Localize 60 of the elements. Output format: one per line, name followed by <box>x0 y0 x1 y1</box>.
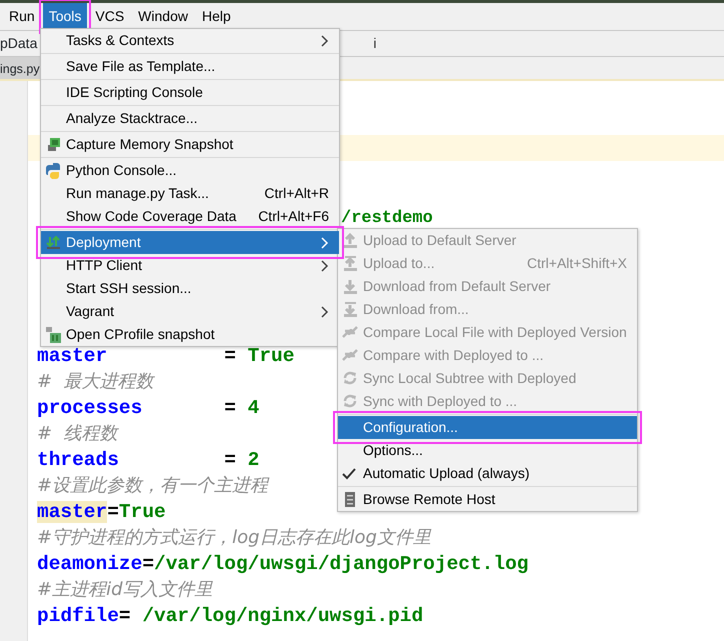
breadcrumb[interactable]: pData <box>0 33 38 54</box>
shortcut: Ctrl+Alt+Shift+X <box>526 254 627 273</box>
memory-chip-icon <box>45 136 63 154</box>
menu-item[interactable]: Tasks & Contexts <box>41 29 339 52</box>
download-icon <box>342 278 360 296</box>
menu-item[interactable]: Python Console... <box>41 159 339 182</box>
code-keyword: processes <box>37 397 142 419</box>
code-value: /restdemo <box>341 209 433 228</box>
code-value: 4 <box>248 397 260 419</box>
menu-bar-item[interactable]: Help <box>196 3 237 30</box>
code-operator: = <box>223 449 237 471</box>
breadcrumb[interactable]: i <box>373 33 376 54</box>
menu-item[interactable]: Automatic Upload (always) <box>338 462 637 485</box>
code-comment: #守护进程的方式运行，log日志存在此log文件里 <box>36 526 431 550</box>
code-keyword: master <box>37 345 108 367</box>
download-icon <box>342 301 360 319</box>
menu-bar-item[interactable]: VCS <box>89 3 130 30</box>
menu-item[interactable]: Capture Memory Snapshot <box>41 133 339 156</box>
upload-icon <box>342 232 360 250</box>
menu-item[interactable]: Vagrant <box>41 300 339 323</box>
menu-item[interactable]: Configuration... <box>338 416 637 439</box>
shortcut: Ctrl+Alt+R <box>263 184 329 203</box>
code-keyword: deamonize <box>37 553 142 575</box>
code-operator: = <box>223 397 237 419</box>
menu-item[interactable]: Start SSH session... <box>41 277 339 300</box>
menu-item[interactable]: Show Code Coverage Data Ctrl+Alt+F6 <box>41 205 339 228</box>
code-value: True <box>248 345 294 367</box>
code-operator: = <box>107 501 119 523</box>
code-comment: #设置此参数，有一个主进程 <box>36 474 268 498</box>
menu-item[interactable]: IDE Scripting Console <box>41 81 339 104</box>
code-value: /var/log/uwsgi/djangoProject.log <box>154 553 528 575</box>
code-operator: = <box>118 605 132 627</box>
editor-tab[interactable]: ings.py <box>0 57 41 79</box>
menu-item[interactable]: Deployment <box>41 231 339 254</box>
code-keyword: master <box>37 501 108 523</box>
code-operator: = <box>142 553 154 575</box>
menu-item[interactable]: Save File as Template... <box>41 55 339 78</box>
shortcut: Ctrl+Alt+F6 <box>257 207 329 226</box>
python-icon <box>45 162 63 180</box>
code-comment: # 最大进程数 <box>36 370 154 394</box>
code-keyword: threads <box>37 449 119 471</box>
code-value: /var/log/nginx/uwsgi.pid <box>142 605 424 627</box>
code-value: True <box>118 501 166 523</box>
profiler-icon <box>45 326 63 344</box>
upload-icon <box>342 255 360 273</box>
code-comment: #主进程id写入文件里 <box>36 578 213 602</box>
menu-bar-item[interactable]: Tools <box>42 3 88 30</box>
code-operator: = <box>223 345 237 367</box>
menu-item[interactable]: Open CProfile snapshot <box>41 323 339 346</box>
code-keyword: pidfile <box>37 605 119 627</box>
menu-item[interactable]: HTTP Client <box>41 254 339 277</box>
menu-item[interactable]: Analyze Stacktrace... <box>41 107 339 130</box>
menu-item[interactable]: Browse Remote Host <box>338 488 637 511</box>
menu-item[interactable]: Run manage.py Task... Ctrl+Alt+R <box>41 182 339 205</box>
menu-item[interactable]: Options... <box>338 439 637 462</box>
code-comment: # 线程数 <box>36 422 118 446</box>
deploy-arrows-icon <box>45 234 63 252</box>
code-value: 2 <box>248 449 260 471</box>
menu-bar-item[interactable]: Run <box>3 3 41 30</box>
menu-bar-item[interactable]: Window <box>132 3 194 30</box>
